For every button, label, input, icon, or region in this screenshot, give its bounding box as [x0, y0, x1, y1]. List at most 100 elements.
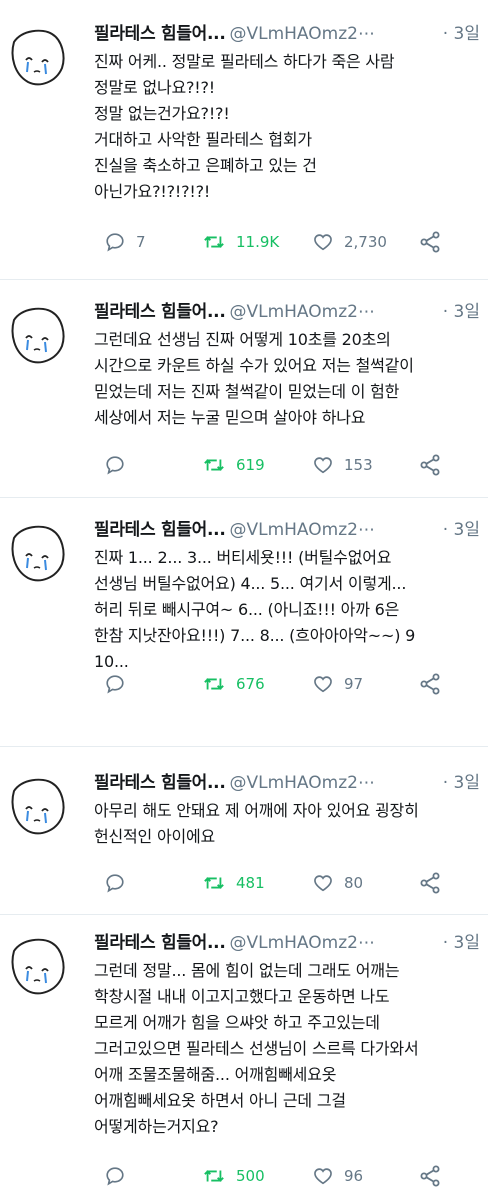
heart-icon [314, 457, 332, 474]
tweet-5[interactable]: 필라테스 힘들어... @VLmHAOmz2⋯ · 3일 그런데 정말... 몸에… [0, 931, 488, 1201]
display-name[interactable]: 필라테스 힘들어... [94, 520, 226, 540]
reply-button[interactable] [104, 870, 136, 896]
tweet-text-line: 시간으로 카운트 하실 수가 있어요 저는 철썩같이 [94, 356, 414, 375]
share-icon [420, 673, 440, 695]
divider [0, 279, 488, 280]
timestamp[interactable]: · 3일 [436, 22, 480, 46]
retweet-count: 11.9K [236, 233, 280, 251]
avatar[interactable] [4, 22, 70, 88]
tweet-text-line: 믿었는데 저는 진짜 철썩같이 믿었는데 이 험한 [94, 382, 400, 401]
retweet-count: 481 [236, 874, 265, 892]
tweet-text: 그런데요 선생님 진짜 어떻게 10초를 20초의 시간으로 카운트 하실 수가… [94, 327, 486, 431]
crying-face-avatar-icon [11, 307, 65, 364]
tweet-actions: 619 153 [100, 452, 480, 478]
crying-face-avatar-icon [11, 778, 65, 835]
reply-icon [106, 456, 124, 475]
tweet-actions: 676 97 [100, 671, 480, 697]
tweet-text-line: 정말로 없나요?!?! [94, 78, 216, 97]
tweet-text-line: 어깨 조물조물해줌... 어깨힘빼세요옷 [94, 1065, 337, 1084]
like-button[interactable]: 80 [312, 870, 363, 896]
tweet-text-line: 허리 뒤로 빼시구여~ 6... (아니죠!!! 아까 6은 [94, 600, 400, 619]
tweet-3[interactable]: 필라테스 힘들어... @VLmHAOmz2⋯ · 3일 진짜 1... 2...… [0, 518, 488, 738]
share-button[interactable] [418, 870, 442, 896]
tweet-text: 아무리 해도 안돼요 제 어깨에 자아 있어요 굉장히 헌신적인 아이에요 [94, 798, 486, 850]
tweet-text-line: 아무리 해도 안돼요 제 어깨에 자아 있어요 굉장히 [94, 801, 419, 820]
tweet-1[interactable]: 필라테스 힘들어... @VLmHAOmz2⋯ · 3일 진짜 어케.. 정말로 … [0, 22, 488, 272]
display-name[interactable]: 필라테스 힘들어... [94, 773, 226, 793]
share-button[interactable] [418, 671, 442, 697]
divider [0, 914, 488, 915]
avatar[interactable] [4, 300, 70, 366]
timestamp[interactable]: · 3일 [436, 771, 480, 795]
user-handle[interactable]: @VLmHAOmz2⋯ [229, 24, 374, 44]
like-button[interactable]: 97 [312, 671, 363, 697]
share-icon [420, 1165, 440, 1187]
share-icon [420, 231, 440, 253]
tweet-text-line: 학창시절 내내 이고지고했다고 운동하면 나도 [94, 987, 390, 1006]
tweet-4[interactable]: 필라테스 힘들어... @VLmHAOmz2⋯ · 3일 아무리 해도 안돼요 제… [0, 771, 488, 911]
share-icon [420, 872, 440, 894]
reply-icon [106, 233, 124, 252]
tweet-text: 그런데 정말... 몸에 힘이 없는데 그래도 어깨는 학창시절 내내 이고지고… [94, 958, 486, 1140]
display-name[interactable]: 필라테스 힘들어... [94, 302, 226, 322]
tweet-header: 필라테스 힘들어... @VLmHAOmz2⋯ · 3일 [94, 931, 484, 955]
divider [0, 746, 488, 747]
tweet-text-line: 그러고있으면 필라테스 선생님이 스르륵 다가와서 [94, 1039, 419, 1058]
display-name[interactable]: 필라테스 힘들어... [94, 24, 226, 44]
reply-button[interactable]: 7 [104, 229, 146, 255]
share-icon [420, 454, 440, 476]
reply-button[interactable] [104, 1163, 136, 1189]
display-name[interactable]: 필라테스 힘들어... [94, 933, 226, 953]
reply-icon [106, 874, 124, 893]
tweet-text-line: 세상에서 저는 누굴 믿으며 살아야 하나요 [94, 408, 366, 427]
heart-icon [314, 676, 332, 693]
like-count: 80 [344, 874, 364, 892]
timestamp[interactable]: · 3일 [436, 518, 480, 542]
tweet-2[interactable]: 필라테스 힘들어... @VLmHAOmz2⋯ · 3일 그런데요 선생님 진짜 … [0, 300, 488, 490]
retweet-button[interactable]: 11.9K [202, 229, 279, 255]
tweet-header: 필라테스 힘들어... @VLmHAOmz2⋯ · 3일 [94, 22, 484, 46]
tweet-text: 진짜 어케.. 정말로 필라테스 하다가 죽은 사람 정말로 없나요?!?! 정… [94, 49, 486, 205]
like-count: 96 [344, 1167, 364, 1185]
avatar[interactable] [4, 518, 70, 584]
user-handle[interactable]: @VLmHAOmz2⋯ [229, 302, 374, 322]
tweet-text-line: 진짜 어케.. 정말로 필라테스 하다가 죽은 사람 [94, 52, 395, 71]
reply-button[interactable] [104, 452, 136, 478]
reply-button[interactable] [104, 671, 136, 697]
share-button[interactable] [418, 452, 442, 478]
user-handle[interactable]: @VLmHAOmz2⋯ [229, 773, 374, 793]
like-button[interactable]: 96 [312, 1163, 363, 1189]
retweet-count: 500 [236, 1167, 265, 1185]
retweet-button[interactable]: 500 [202, 1163, 265, 1189]
user-handle[interactable]: @VLmHAOmz2⋯ [229, 933, 374, 953]
heart-icon [314, 1168, 332, 1185]
retweet-button[interactable]: 619 [202, 452, 265, 478]
tweet-text-line: 모르게 어깨가 힘을 으쌰앗 하고 주고있는데 [94, 1013, 380, 1032]
retweet-icon [204, 678, 224, 690]
retweet-button[interactable]: 676 [202, 671, 265, 697]
reply-icon [106, 675, 124, 694]
like-count: 2,730 [344, 233, 387, 251]
crying-face-avatar-icon [11, 29, 65, 86]
tweet-text-line: 진실을 축소하고 은폐하고 있는 건 [94, 156, 317, 175]
retweet-icon [204, 459, 224, 471]
avatar[interactable] [4, 931, 70, 997]
avatar[interactable] [4, 771, 70, 837]
divider [0, 497, 488, 498]
like-count: 153 [344, 456, 373, 474]
like-count: 97 [344, 675, 364, 693]
retweet-button[interactable]: 481 [202, 870, 265, 896]
like-button[interactable]: 2,730 [312, 229, 387, 255]
like-button[interactable]: 153 [312, 452, 373, 478]
user-handle[interactable]: @VLmHAOmz2⋯ [229, 520, 374, 540]
timestamp[interactable]: · 3일 [436, 931, 480, 955]
share-button[interactable] [418, 1163, 442, 1189]
reply-count: 7 [136, 233, 146, 251]
tweet-text-line: 정말 없는건가요?!?! [94, 104, 230, 123]
share-button[interactable] [418, 229, 442, 255]
tweet-text-line: 그런데요 선생님 진짜 어떻게 10초를 20초의 [94, 330, 391, 349]
timestamp[interactable]: · 3일 [436, 300, 480, 324]
tweet-actions: 500 96 [100, 1163, 480, 1189]
tweet-text-line: 그런데 정말... 몸에 힘이 없는데 그래도 어깨는 [94, 961, 400, 980]
retweet-icon [204, 1170, 224, 1182]
